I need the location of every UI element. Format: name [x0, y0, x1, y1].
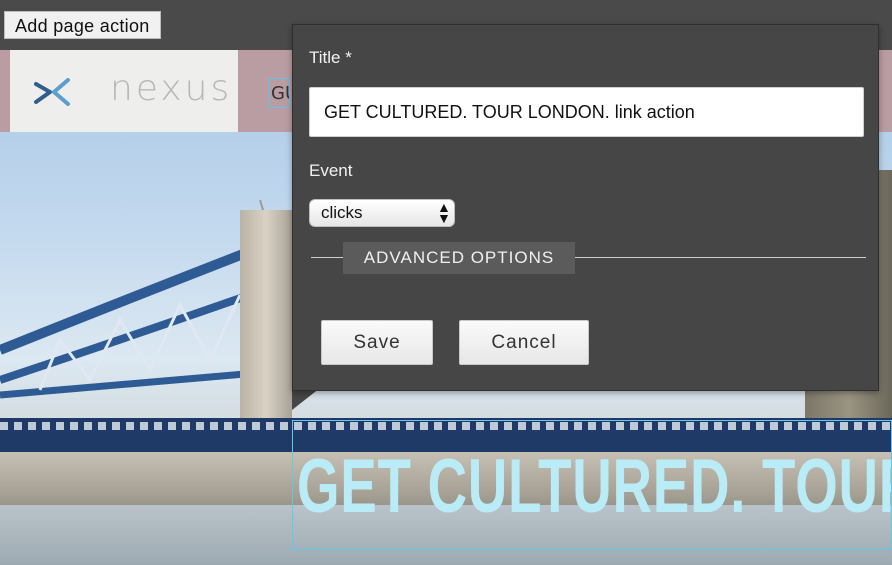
- updown-arrows-icon: ▲ ▼: [437, 199, 451, 226]
- event-label: Event: [309, 161, 353, 180]
- nav-item[interactable]: GU: [268, 78, 290, 108]
- event-selected-value: clicks: [321, 203, 363, 222]
- dialog-pointer: [292, 388, 320, 410]
- event-select[interactable]: clicks ▲ ▼: [309, 199, 455, 227]
- bridge-tower-left: [240, 210, 292, 420]
- add-page-action-button[interactable]: Add page action: [4, 11, 161, 39]
- save-button[interactable]: Save: [321, 320, 433, 365]
- advanced-options-toggle[interactable]: ADVANCED OPTIONS: [343, 242, 575, 274]
- logo-wordmark: nexus: [110, 68, 233, 109]
- hero-headline: GET CULTURED. TOUR LONDON.: [297, 444, 891, 529]
- cancel-button[interactable]: Cancel: [459, 320, 589, 365]
- title-input[interactable]: [309, 87, 864, 137]
- advanced-divider-left: [311, 257, 343, 258]
- nexus-logo-icon: [34, 78, 70, 106]
- selected-headline-element[interactable]: GET CULTURED. TOUR LONDON.: [292, 420, 892, 550]
- title-label: Title *: [309, 48, 352, 67]
- add-page-action-dialog: Title * Event clicks ▲▼ ADVANCED OPTIONS…: [292, 24, 879, 391]
- advanced-divider-right: [575, 257, 866, 258]
- site-logo[interactable]: nexus: [10, 50, 238, 132]
